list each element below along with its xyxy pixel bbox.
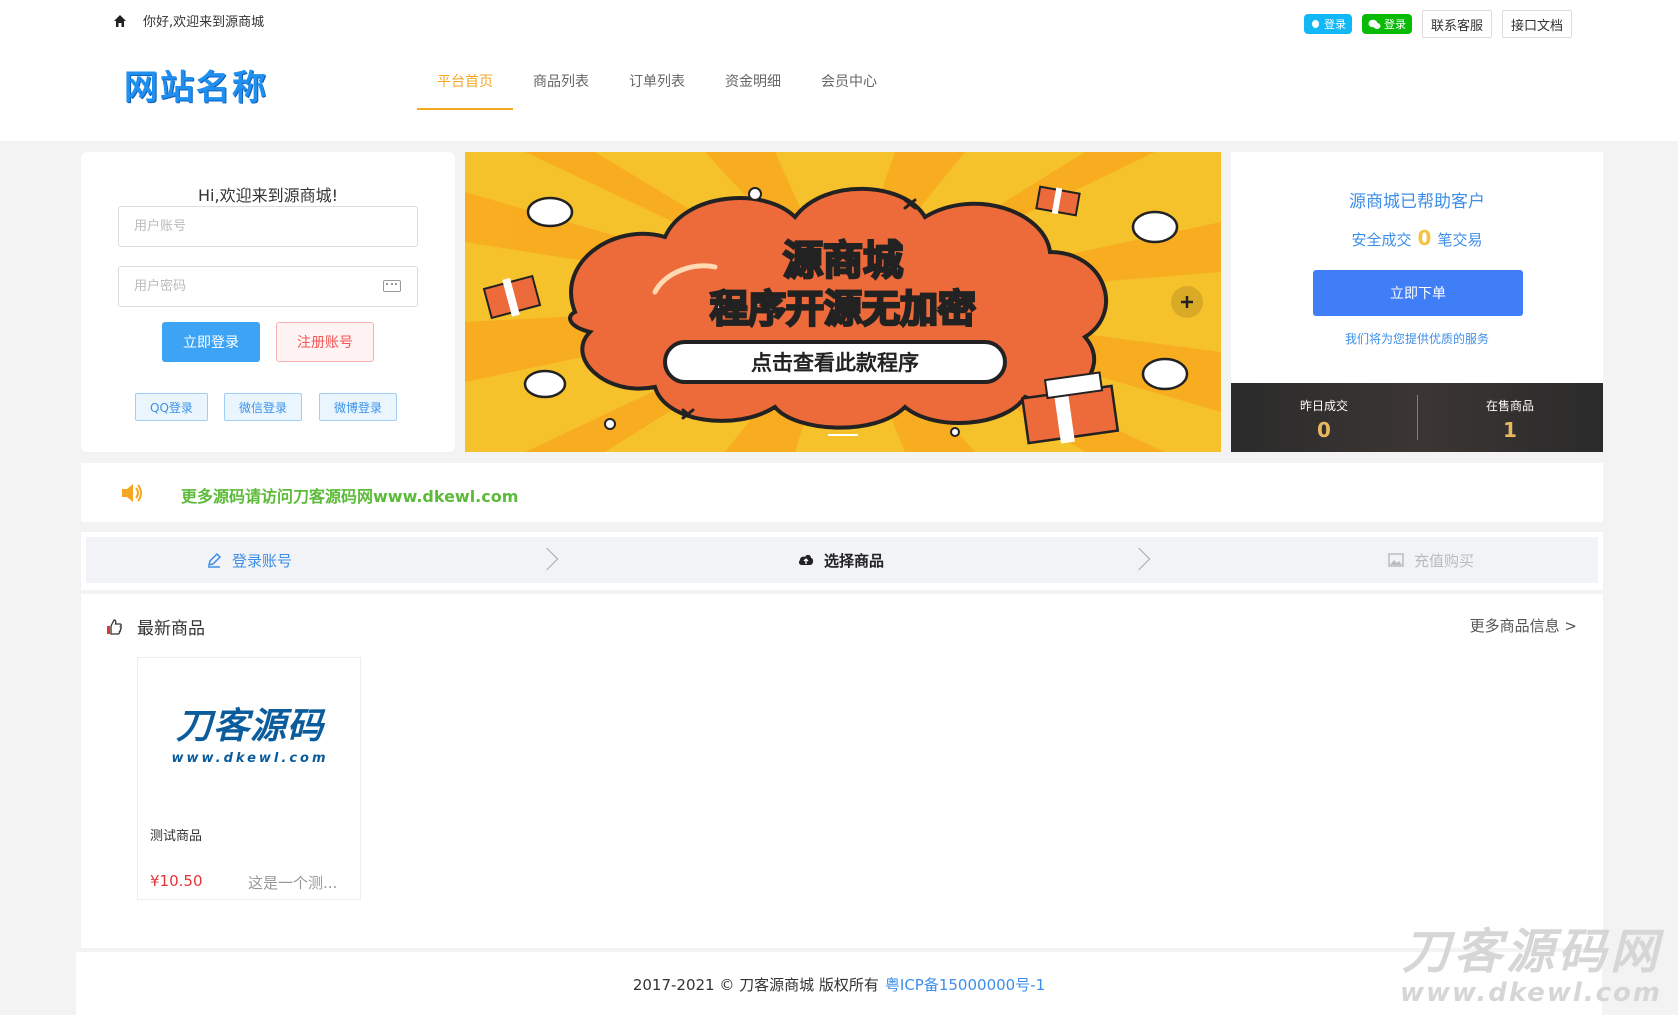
nav-item-products[interactable]: 商品列表 <box>513 60 609 110</box>
copyright: 2017-2021 © 刀客源商城 版权所有 <box>632 976 879 994</box>
step-login-label: 登录账号 <box>232 551 293 570</box>
home-icon[interactable] <box>113 14 127 28</box>
nav-item-member[interactable]: 会员中心 <box>801 60 897 110</box>
banner-line2: 程序开源无加密 <box>710 287 976 331</box>
trade-count: 0 <box>1417 226 1432 250</box>
site-logo[interactable]: 网站名称 <box>124 60 268 109</box>
wechat-login-button[interactable]: 微信登录 <box>224 393 303 421</box>
register-button[interactable]: 注册账号 <box>276 322 374 362</box>
weibo-login-button[interactable]: 微博登录 <box>319 393 398 421</box>
top-actions: 登录 登录 联系客服 接口文档 <box>1303 10 1572 38</box>
chevron-right-icon <box>535 547 559 571</box>
image-icon <box>1388 553 1404 567</box>
order-now-button[interactable]: 立即下单 <box>1313 270 1523 316</box>
password-input[interactable]: 用户密码 <box>118 266 418 307</box>
password-placeholder: 用户密码 <box>134 279 187 294</box>
step-login[interactable]: 登录账号 <box>206 537 292 583</box>
step-recharge-label: 充值购买 <box>1414 551 1475 570</box>
site-footer: 2017-2021 © 刀客源商城 版权所有 粤ICP备15000000号-1 <box>76 952 1602 1015</box>
carousel-indicator[interactable] <box>828 434 858 436</box>
onsale-products: 在售商品 1 <box>1417 383 1603 452</box>
product-desc: 这是一个测... <box>248 874 338 892</box>
thumbs-up-icon <box>107 618 122 635</box>
keyboard-icon[interactable] <box>383 280 401 292</box>
step-recharge[interactable]: 充值购买 <box>1388 537 1474 583</box>
products-heading: 最新商品 <box>137 619 205 639</box>
wechat-login-badge[interactable]: 登录 <box>1361 14 1412 34</box>
nav-item-orders[interactable]: 订单列表 <box>609 60 705 110</box>
onsale-products-label: 在售商品 <box>1485 399 1534 413</box>
purchase-steps: 登录账号 选择商品 充值购买 <box>81 532 1603 590</box>
speaker-icon <box>122 484 142 502</box>
step-select-label: 选择商品 <box>824 551 885 570</box>
banner-art: 源商城 程序开源无加密 点击查看此款程序 <box>465 152 1221 452</box>
wechat-icon <box>1368 19 1381 29</box>
site-header: 你好,欢迎来到源商城 登录 登录 联系客服 接口文档 网站名称 平台首页 商品列… <box>0 0 1678 141</box>
icp-link[interactable]: 粤ICP备15000000号-1 <box>885 976 1045 994</box>
product-price: ¥10.50 <box>150 872 203 890</box>
nav-item-funds[interactable]: 资金明细 <box>705 60 801 110</box>
login-title: Hi,欢迎来到源商城! <box>198 186 338 205</box>
nav-item-home[interactable]: 平台首页 <box>417 60 513 110</box>
login-panel: Hi,欢迎来到源商城! 用户账号 用户密码 立即登录 注册账号 QQ登录 微信登… <box>81 152 455 452</box>
edit-icon <box>207 552 222 568</box>
yesterday-deals-label: 昨日成交 <box>1299 399 1348 413</box>
yesterday-deals: 昨日成交 0 <box>1231 383 1417 452</box>
product-image-title: 刀客源码 <box>175 706 324 747</box>
banner-cta[interactable]: 点击查看此款程序 <box>751 351 919 375</box>
product-card[interactable]: 刀客源码 www.dkewl.com 测试商品 ¥10.50 这是一个测... <box>137 657 361 900</box>
product-image[interactable]: 刀客源码 www.dkewl.com <box>150 659 350 804</box>
step-select[interactable]: 选择商品 <box>798 537 884 583</box>
watermark-url: www.dkewl.com <box>1399 978 1662 1008</box>
stats-summary-bar: 昨日成交 0 在售商品 1 <box>1231 383 1603 452</box>
banner-line1: 源商城 <box>783 238 903 284</box>
footer-text: 2017-2021 © 刀客源商城 版权所有 粤ICP备15000000号-1 <box>76 974 1602 995</box>
watermark-title: 刀客源码网 <box>1401 924 1662 980</box>
qq-login-badge[interactable]: 登录 <box>1303 14 1352 34</box>
watermark: 刀客源码网 www.dkewl.com <box>1400 928 1662 1006</box>
latest-products-section: 最新商品 更多商品信息 > 刀客源码 www.dkewl.com 测试商品 ¥1… <box>81 594 1603 948</box>
contact-service-button[interactable]: 联系客服 <box>1421 10 1492 38</box>
api-docs-button[interactable]: 接口文档 <box>1501 10 1572 38</box>
main-nav: 平台首页 商品列表 订单列表 资金明细 会员中心 <box>417 60 897 110</box>
cloud-upload-icon <box>798 554 814 565</box>
wechat-login-label: 登录 <box>1383 18 1406 31</box>
product-image-url: www.dkewl.com <box>171 751 329 766</box>
qq-login-label: 登录 <box>1323 18 1346 31</box>
greeting-text: 你好,欢迎来到源商城 <box>143 15 265 30</box>
stats-trade-line: 安全成交 0 笔交易 <box>1231 226 1603 250</box>
promo-banner[interactable]: 源商城 程序开源无加密 点击查看此款程序 <box>465 152 1221 452</box>
yesterday-deals-value: 0 <box>1317 418 1331 442</box>
more-products-link[interactable]: 更多商品信息 > <box>1470 615 1577 636</box>
stats-note: 我们将为您提供优质的服务 <box>1344 332 1489 346</box>
login-button[interactable]: 立即登录 <box>162 322 260 362</box>
stats-title: 源商城已帮助客户 <box>1349 192 1485 212</box>
notice-text[interactable]: 更多源码请访问刀客源码网www.dkewl.com <box>181 483 518 507</box>
onsale-products-value: 1 <box>1503 418 1517 442</box>
qq-icon <box>1311 19 1319 28</box>
username-input[interactable]: 用户账号 <box>118 206 418 247</box>
product-name[interactable]: 测试商品 <box>150 825 202 844</box>
products-header: 最新商品 <box>105 614 205 639</box>
stats-suffix: 笔交易 <box>1437 231 1483 249</box>
stats-panel: 源商城已帮助客户 安全成交 0 笔交易 立即下单 我们将为您提供优质的服务 昨日成交… <box>1231 152 1603 452</box>
topbar-greeting: 你好,欢迎来到源商城 <box>113 11 264 30</box>
chevron-right-icon <box>1127 547 1151 571</box>
notice-bar: 更多源码请访问刀客源码网www.dkewl.com <box>81 463 1603 522</box>
steps-track: 登录账号 选择商品 充值购买 <box>86 537 1598 583</box>
stats-prefix: 安全成交 <box>1351 231 1412 249</box>
qq-login-button[interactable]: QQ登录 <box>135 393 208 421</box>
